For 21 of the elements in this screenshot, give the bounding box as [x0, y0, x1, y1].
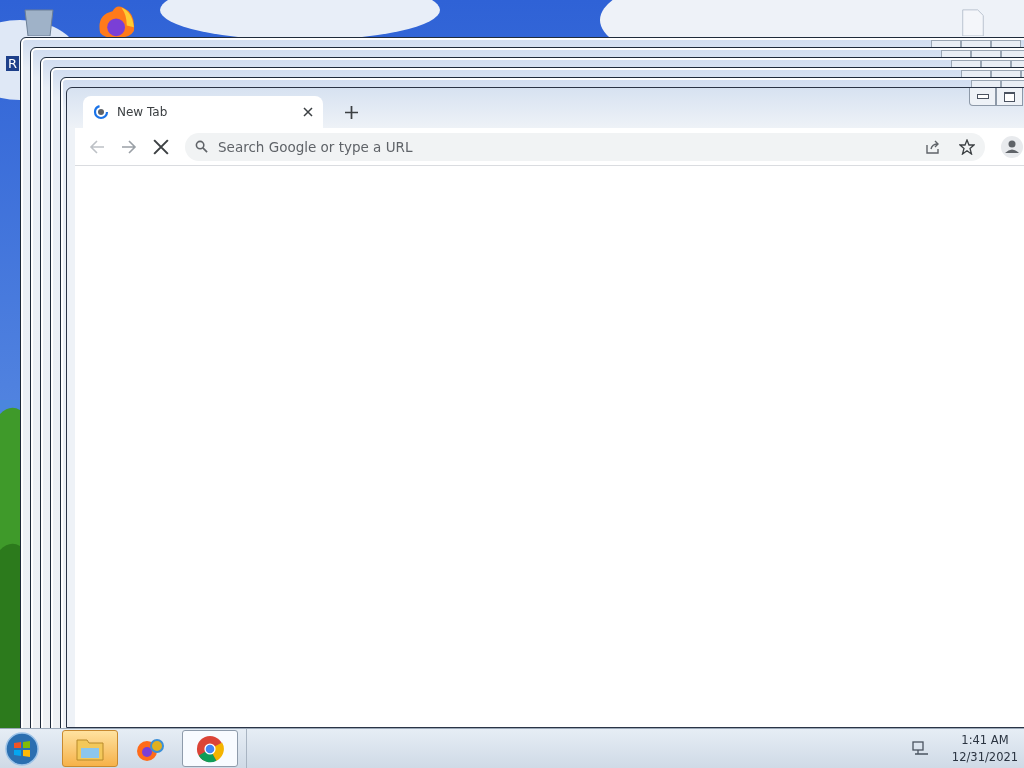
search-icon	[195, 140, 208, 153]
clock-time[interactable]: 1:41 AM	[961, 731, 1009, 749]
minimize-button[interactable]	[969, 88, 996, 106]
desktop-icon-label[interactable]: R	[6, 56, 20, 71]
chrome-logo-icon	[195, 734, 225, 763]
stop-icon[interactable]	[153, 138, 169, 155]
profile-icon[interactable]	[1001, 135, 1023, 158]
share-icon[interactable]	[925, 138, 941, 155]
network-icon[interactable]	[912, 740, 930, 757]
restore-button[interactable]	[996, 88, 1023, 106]
forward-icon[interactable]	[121, 138, 137, 155]
browser-tab[interactable]: New Tab	[83, 96, 323, 128]
address-field[interactable]: Search Google or type a URL	[218, 138, 907, 155]
star-icon[interactable]	[959, 138, 975, 155]
close-icon[interactable]	[303, 107, 313, 117]
chrome-taskbar-button[interactable]	[182, 730, 238, 767]
start-button[interactable]	[4, 730, 40, 767]
address-bar[interactable]: Search Google or type a URL	[185, 132, 985, 161]
loading-spinner-icon	[93, 104, 109, 120]
new-tab-icon[interactable]	[345, 105, 358, 119]
clock-date[interactable]: 12/31/2021	[951, 748, 1019, 766]
